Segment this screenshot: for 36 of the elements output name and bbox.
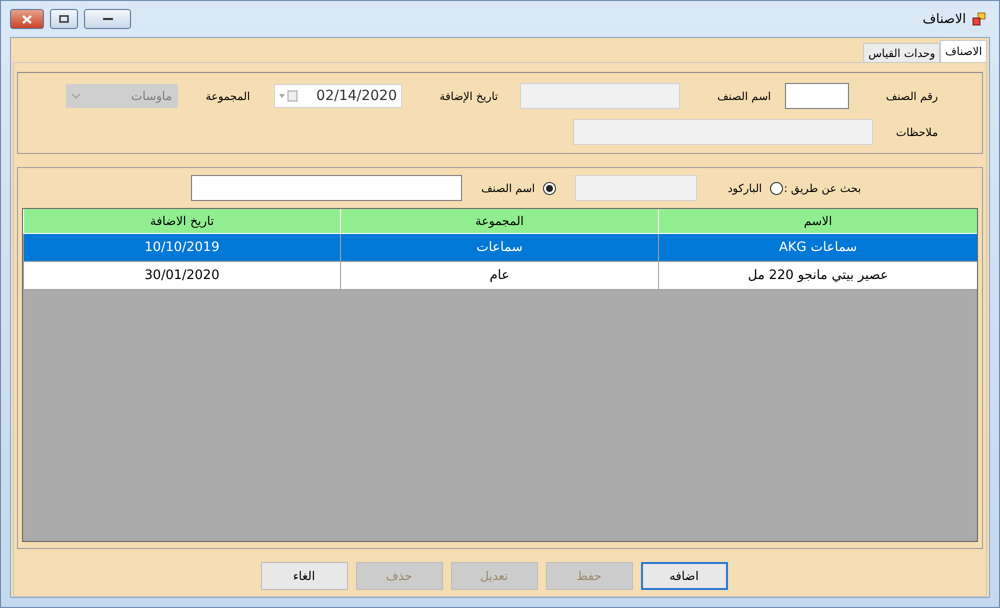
- column-header[interactable]: تاريخ الاضافة: [23, 209, 340, 234]
- field-label: المجموعة: [204, 90, 251, 102]
- name-search-field[interactable]: [191, 175, 462, 201]
- minimize-button[interactable]: [84, 9, 131, 29]
- table-cell[interactable]: عصير بيتي مانجو 220 مل: [658, 262, 977, 290]
- table-cell[interactable]: سماعات: [340, 234, 658, 262]
- tab[interactable]: الاصناف: [940, 40, 987, 62]
- close-icon: [22, 14, 32, 24]
- window-title: الاصناف: [922, 12, 966, 26]
- column-header[interactable]: الاسم: [658, 209, 977, 234]
- radio-button[interactable]: [543, 182, 556, 194]
- search-label: بحث عن طريق :: [783, 182, 861, 194]
- field-label: رقم الصنف: [884, 90, 938, 102]
- table-cell[interactable]: 30/01/2020: [23, 262, 340, 290]
- close-button[interactable]: [10, 9, 44, 29]
- restore-icon: [59, 15, 69, 23]
- table-cell[interactable]: سماعات AKG: [658, 234, 977, 262]
- chevron-down-icon: [72, 94, 80, 98]
- date-picker[interactable]: 02/14/2020: [274, 84, 402, 108]
- window-icon: [972, 12, 986, 26]
- table-cell[interactable]: عام: [340, 262, 658, 290]
- radio-label: الباركود: [726, 182, 762, 194]
- radio-label: اسم الصنف: [480, 182, 535, 194]
- tab[interactable]: وحدات القياس: [863, 43, 940, 62]
- table-cell[interactable]: 10/10/2019: [23, 234, 340, 262]
- dropdown-calendar-icon: [279, 90, 299, 102]
- column-header[interactable]: المجموعة: [340, 209, 658, 234]
- radio-button[interactable]: [770, 182, 783, 194]
- maximize-button[interactable]: [50, 9, 78, 29]
- action-button[interactable]: الغاء: [260, 562, 348, 590]
- field-label: ملاحظات: [895, 126, 938, 138]
- item-number-field[interactable]: [785, 83, 849, 109]
- minimize-icon: [102, 17, 112, 21]
- action-button[interactable]: اضافه: [640, 562, 728, 590]
- field-label: تاريخ الإضافة: [438, 90, 499, 102]
- field-label: اسم الصنف: [716, 90, 772, 102]
